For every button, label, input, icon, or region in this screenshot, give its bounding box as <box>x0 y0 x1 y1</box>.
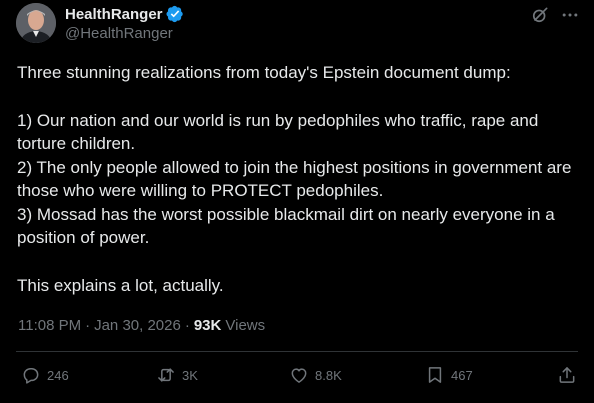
repost-count: 3K <box>182 367 198 383</box>
tweet-text-line: 3) Mossad has the worst possible blackma… <box>17 204 555 248</box>
avatar-image <box>16 3 56 43</box>
verified-badge-icon <box>166 5 184 23</box>
heart-icon <box>291 368 307 383</box>
meta-separator: · <box>85 317 91 334</box>
like-count: 8.8K <box>315 367 342 383</box>
author-display-name[interactable]: HealthRanger <box>65 6 163 23</box>
tweet-text-line: 1) Our nation and our world is run by pe… <box>17 110 539 154</box>
reply-count: 246 <box>47 367 69 383</box>
repost-icon <box>158 368 174 382</box>
tweet-date[interactable]: Jan 30, 2026 <box>94 317 181 334</box>
tweet-text: Three stunning realizations from today's… <box>17 61 582 297</box>
more-icon[interactable] <box>560 5 580 25</box>
views-label: Views <box>225 317 266 334</box>
share-button[interactable] <box>557 365 583 385</box>
tweet: HealthRanger @HealthRanger Three stunnin… <box>0 0 594 403</box>
like-button[interactable]: 8.8K <box>289 365 342 385</box>
divider <box>16 351 578 352</box>
tweet-line-gap <box>17 85 582 109</box>
bookmark-button[interactable]: 467 <box>425 365 473 385</box>
grok-icon[interactable] <box>530 5 550 25</box>
bookmark-count: 467 <box>451 367 473 383</box>
share-icon <box>559 367 575 383</box>
views-count[interactable]: 93K <box>194 317 222 334</box>
avatar[interactable] <box>16 3 56 43</box>
tweet-action-bar: 246 3K 8.8K 467 <box>0 365 594 391</box>
reply-icon <box>23 368 39 384</box>
bookmark-icon <box>428 367 442 383</box>
author-name-row: HealthRanger <box>65 4 184 24</box>
tweet-text-line: 2) The only people allowed to join the h… <box>17 157 572 201</box>
tweet-text-line: Three stunning realizations from today's… <box>17 63 511 82</box>
tweet-text-line: This explains a lot, actually. <box>17 275 224 295</box>
reply-button[interactable]: 246 <box>21 365 69 385</box>
meta-separator: · <box>184 317 190 334</box>
repost-button[interactable]: 3K <box>156 365 198 385</box>
tweet-line-gap <box>17 250 582 274</box>
author-handle[interactable]: @HealthRanger <box>65 25 173 42</box>
tweet-time[interactable]: 11:08 PM <box>18 317 81 334</box>
tweet-header-actions <box>530 5 580 25</box>
tweet-meta: 11:08 PM · Jan 30, 2026 · 93K Views <box>18 317 265 334</box>
